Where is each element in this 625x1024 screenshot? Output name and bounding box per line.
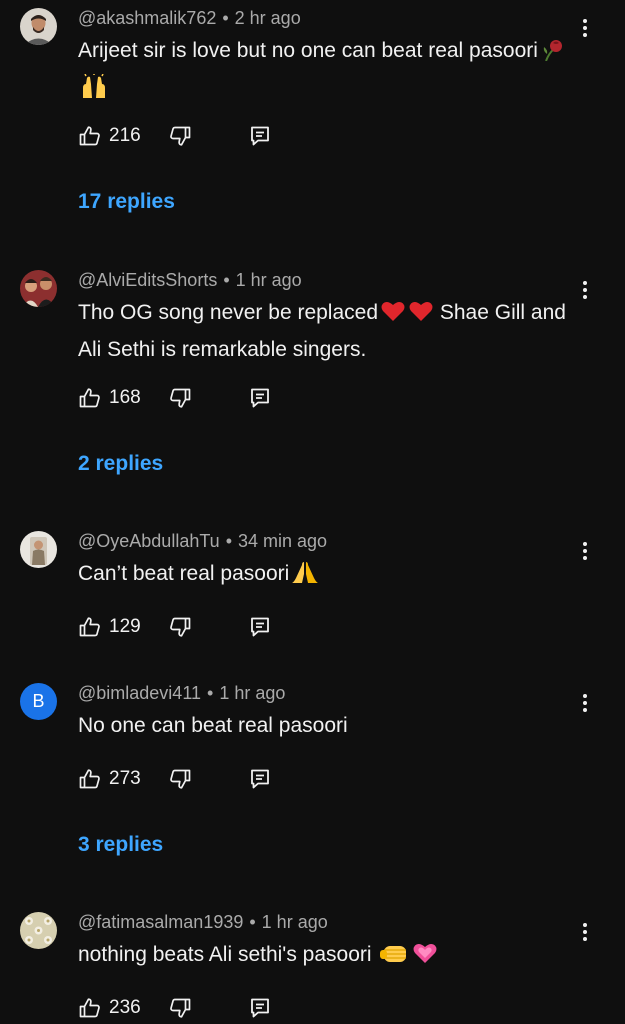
view-replies-button[interactable]: 17 replies xyxy=(78,190,175,214)
comment-text: nothing beats Ali sethi's pasoori xyxy=(78,938,573,975)
avatar[interactable] xyxy=(20,270,57,307)
avatar[interactable]: B xyxy=(20,683,57,720)
growing-heart-emoji xyxy=(411,941,439,975)
comment-author[interactable]: @bimladevi411 xyxy=(78,683,201,703)
comment-meta: @fatimasalman1939 • 1 hr ago xyxy=(78,912,328,932)
comment-actions: 236 xyxy=(78,994,298,1022)
oncoming-fist-emoji xyxy=(379,941,409,975)
comment-reply-icon[interactable] xyxy=(248,615,272,639)
like-count: 236 xyxy=(109,997,141,1018)
thumb-up-icon[interactable] xyxy=(78,124,102,148)
avatar[interactable] xyxy=(20,8,57,45)
comment-author[interactable]: @OyeAbdullahTu xyxy=(78,531,220,551)
comment-author[interactable]: @AlviEditsShorts xyxy=(78,270,217,290)
comment-meta: @OyeAbdullahTu • 34 min ago xyxy=(78,531,328,551)
raising-hands-emoji xyxy=(80,73,108,108)
like-count: 129 xyxy=(109,616,141,637)
comment-time: 1 hr ago xyxy=(219,683,286,703)
comment-actions: 273 xyxy=(78,765,298,793)
more-vertical-icon[interactable] xyxy=(573,537,597,565)
avatar[interactable] xyxy=(20,531,57,568)
comment-reply-icon[interactable] xyxy=(248,996,272,1020)
comment-text: Tho OG song never be replaced Shae Gill … xyxy=(78,299,566,361)
comment-meta: @akashmalik762 • 2 hr ago xyxy=(78,8,301,28)
comment-text: Arijeet sir is love but no one can beat … xyxy=(78,34,573,108)
comment-actions: 129 xyxy=(78,613,298,641)
comment-reply-icon[interactable] xyxy=(248,767,272,791)
thumb-down-icon[interactable] xyxy=(168,124,192,148)
view-replies-button[interactable]: 3 replies xyxy=(78,833,163,857)
like-count: 216 xyxy=(109,125,141,146)
comment-actions: 168 xyxy=(78,384,298,412)
folded-hands-emoji xyxy=(291,560,319,594)
more-vertical-icon[interactable] xyxy=(573,14,597,42)
thumb-up-icon[interactable] xyxy=(78,996,102,1020)
comment-actions: 216 xyxy=(78,122,298,150)
comment-time: 2 hr ago xyxy=(234,8,301,28)
wilted-rose-emoji xyxy=(540,37,566,71)
comment-reply-icon[interactable] xyxy=(248,386,272,410)
comment-reply-icon[interactable] xyxy=(248,124,272,148)
comments-feed: @akashmalik762 • 2 hr ago Arijeet sir is l… xyxy=(0,0,625,1024)
comment-time: 1 hr ago xyxy=(235,270,302,290)
more-vertical-icon[interactable] xyxy=(573,689,597,717)
thumb-down-icon[interactable] xyxy=(168,767,192,791)
like-count: 273 xyxy=(109,768,141,789)
comment-time: 1 hr ago xyxy=(261,912,328,932)
red-heart-emoji xyxy=(380,299,406,333)
thumb-down-icon[interactable] xyxy=(168,386,192,410)
comment-meta: @bimladevi411 • 1 hr ago xyxy=(78,683,286,703)
comment-meta: @AlviEditsShorts • 1 hr ago xyxy=(78,270,302,290)
red-heart-emoji xyxy=(408,299,434,333)
thumb-down-icon[interactable] xyxy=(168,615,192,639)
like-count: 168 xyxy=(109,387,141,408)
thumb-up-icon[interactable] xyxy=(78,386,102,410)
comment-author[interactable]: @akashmalik762 xyxy=(78,8,216,28)
comment-text: No one can beat real pasoori xyxy=(78,714,348,737)
comment-author[interactable]: @fatimasalman1939 xyxy=(78,912,243,932)
thumb-up-icon[interactable] xyxy=(78,615,102,639)
comment-time: 34 min ago xyxy=(238,531,328,551)
more-vertical-icon[interactable] xyxy=(573,918,597,946)
comment-text: Can’t beat real pasoori xyxy=(78,557,573,594)
thumb-down-icon[interactable] xyxy=(168,996,192,1020)
avatar[interactable] xyxy=(20,912,57,949)
view-replies-button[interactable]: 2 replies xyxy=(78,452,163,476)
thumb-up-icon[interactable] xyxy=(78,767,102,791)
